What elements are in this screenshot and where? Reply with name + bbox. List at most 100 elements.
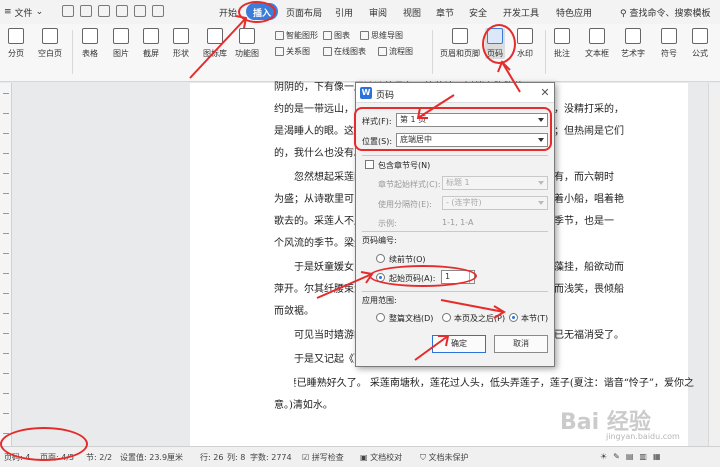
search-icon: ⚲: [620, 9, 627, 19]
spell-check-toggle[interactable]: ☑ 拼写检查: [302, 452, 344, 463]
group-divider: [362, 155, 548, 156]
function-chart-button[interactable]: 功能图: [235, 28, 259, 59]
symbol-button[interactable]: 符号: [661, 28, 677, 59]
word-art-button[interactable]: 艺术字: [621, 28, 645, 59]
undo-icon[interactable]: [134, 5, 146, 17]
include-chapter-checkbox[interactable]: [365, 160, 374, 169]
picture-button[interactable]: 图片: [113, 28, 129, 59]
chevron-down-icon: ⌄: [35, 7, 44, 17]
continue-previous-radio[interactable]: [376, 254, 385, 263]
cancel-button[interactable]: 取消: [494, 335, 548, 353]
annotation-ring-insert-tab: [238, 1, 276, 23]
apply-forward-radio[interactable]: [442, 313, 451, 322]
screenshot-icon: [143, 28, 159, 44]
watermark-url: jingyan.baidu.com: [606, 432, 680, 441]
tab-review[interactable]: 审阅: [369, 6, 387, 19]
example-value: 1-1, 1-A: [442, 218, 474, 227]
status-setting: 设置值: 23.9厘米: [120, 453, 184, 462]
view-mode-icons[interactable]: ☀✎▤▥▦: [600, 452, 667, 461]
page-break-icon: [8, 28, 24, 44]
tab-home[interactable]: 开始: [219, 6, 237, 19]
save-icon[interactable]: [62, 5, 74, 17]
comment-icon: [554, 28, 570, 44]
status-column: 列: 8: [227, 453, 246, 462]
group-divider: [362, 231, 548, 232]
wps-logo-icon: W: [360, 87, 372, 99]
omega-icon: [661, 28, 677, 44]
tab-references[interactable]: 引用: [335, 6, 353, 19]
ribbon-separator: [72, 30, 73, 74]
ribbon-tab-bar: ≡ 文件 ⌄ 开始 插入 页面布局 引用 审阅 视图 章节 安全 开发工具 特色…: [0, 0, 720, 24]
equation-button[interactable]: 公式: [692, 28, 708, 59]
separator-select[interactable]: - (连字符): [442, 196, 548, 210]
text-box-button[interactable]: 文本框: [585, 28, 609, 59]
apply-whole-label: 整篇文档(D): [389, 314, 434, 323]
chevron-down-icon: [538, 181, 544, 185]
export-pdf-icon[interactable]: [98, 5, 110, 17]
relation-chart-icon: [275, 47, 284, 56]
annotation-ring-page-number: [482, 24, 516, 64]
chevron-down-icon: [538, 201, 544, 205]
page-break-button[interactable]: 分页: [8, 28, 24, 59]
protection-status[interactable]: ⛉ 文档未保护: [420, 452, 469, 463]
menu-icon: ≡: [4, 7, 12, 17]
flowchart-icon: [378, 47, 387, 56]
chapter-start-label: 章节起始样式(C):: [378, 180, 441, 189]
icon-library-button[interactable]: 图标库: [203, 28, 227, 59]
apply-group-label: 应用范围:: [362, 296, 397, 305]
tab-developer[interactable]: 开发工具: [503, 6, 539, 19]
status-section: 节: 2/2: [86, 453, 113, 462]
chapter-start-select[interactable]: 标题 1: [442, 176, 548, 190]
chart-button[interactable]: 图表: [323, 30, 350, 41]
print-icon[interactable]: [80, 5, 92, 17]
table-button[interactable]: 表格: [82, 28, 98, 59]
apply-whole-radio[interactable]: [376, 313, 385, 322]
word-count[interactable]: 字数: 2774: [250, 452, 292, 463]
spell-check-icon: ☑: [302, 453, 310, 462]
vertical-scrollbar[interactable]: [708, 83, 720, 446]
annotation-ring-status-page: [0, 427, 88, 461]
smart-art-icon: [275, 31, 284, 40]
pi-icon: [692, 28, 708, 44]
relation-chart-button[interactable]: 关系图: [275, 46, 310, 57]
ribbon-separator: [432, 30, 433, 74]
tab-featured-apps[interactable]: 特色应用: [556, 6, 592, 19]
tab-security[interactable]: 安全: [469, 6, 487, 19]
tab-chapter[interactable]: 章节: [436, 6, 454, 19]
flowchart-button[interactable]: 流程图: [378, 46, 413, 57]
blank-page-button[interactable]: 空白页: [38, 28, 62, 59]
shield-icon: ⛉: [420, 453, 426, 462]
smart-art-button[interactable]: 智能图形: [275, 30, 318, 41]
redo-icon[interactable]: [152, 5, 164, 17]
tab-page-layout[interactable]: 页面布局: [286, 6, 322, 19]
separator-label: 使用分隔符(E):: [378, 200, 432, 209]
header-footer-button[interactable]: 页眉和页脚: [440, 28, 480, 59]
close-icon[interactable]: ✕: [538, 86, 552, 100]
dialog-title: 页码: [376, 91, 395, 101]
shape-button[interactable]: 形状: [173, 28, 189, 59]
command-search[interactable]: ⚲ 查找命令、搜索模板: [620, 6, 710, 19]
screenshot-button[interactable]: 截屏: [143, 28, 159, 59]
online-chart-icon: [323, 47, 332, 56]
ribbon-separator: [545, 30, 546, 74]
file-menu[interactable]: ≡ 文件 ⌄: [4, 5, 43, 19]
header-footer-icon: [452, 28, 468, 44]
ok-button[interactable]: 确定: [432, 335, 486, 353]
text-box-icon: [589, 28, 605, 44]
comment-button[interactable]: 批注: [554, 28, 570, 59]
proofread-icon: ▣: [360, 453, 368, 462]
icon-library-icon: [207, 28, 223, 44]
continue-previous-label: 续前节(O): [389, 255, 426, 264]
status-row: 行: 26: [200, 453, 224, 462]
tab-view[interactable]: 视图: [403, 6, 421, 19]
group-divider: [362, 291, 548, 292]
mind-map-button[interactable]: 思维导图: [360, 30, 403, 41]
preview-icon[interactable]: [116, 5, 128, 17]
watermark-icon: [517, 28, 533, 44]
proofread-button[interactable]: ▣ 文档校对: [360, 452, 402, 463]
online-chart-button[interactable]: 在线图表: [323, 46, 366, 57]
apply-section-radio[interactable]: [509, 313, 518, 322]
apply-forward-label: 本页及之后(P): [454, 314, 506, 323]
word-art-icon: [625, 28, 641, 44]
watermark-button[interactable]: 水印: [517, 28, 533, 59]
